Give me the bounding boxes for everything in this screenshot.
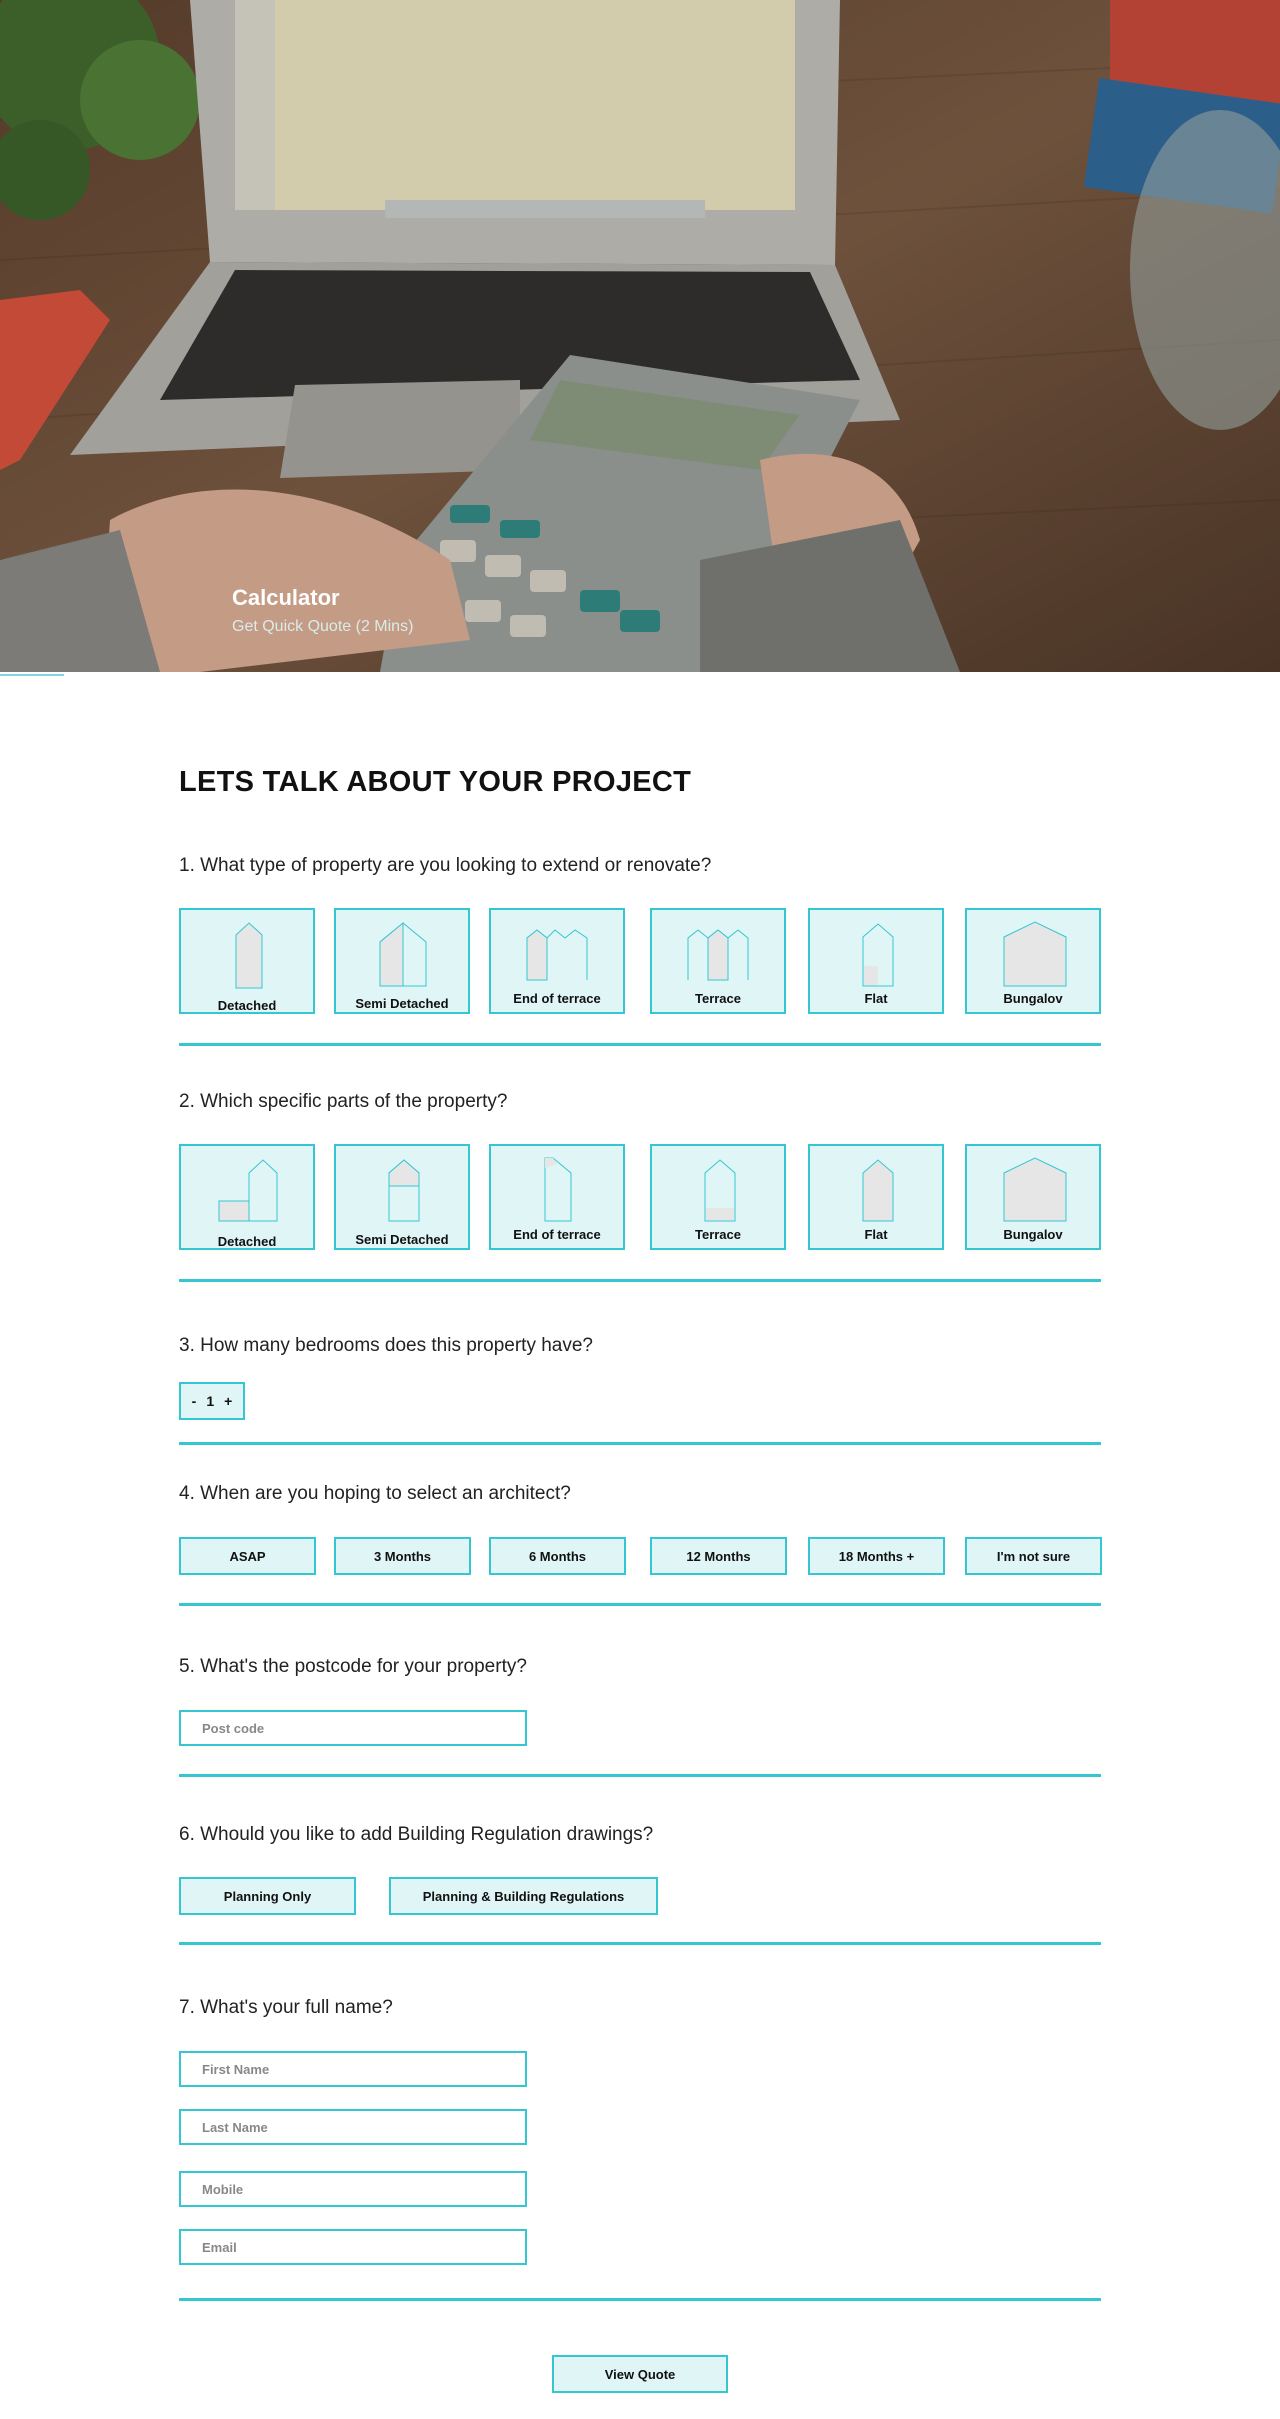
option-q2-end-of-terrace[interactable]: End of terrace xyxy=(489,1144,625,1250)
postcode-input[interactable] xyxy=(179,1710,527,1746)
option-12-months[interactable]: 12 Months xyxy=(650,1537,787,1575)
view-quote-button[interactable]: View Quote xyxy=(552,2355,728,2393)
option-3-months[interactable]: 3 Months xyxy=(334,1537,471,1575)
option-18-months[interactable]: 18 Months + xyxy=(808,1537,945,1575)
question-7: 7. What's your full name? xyxy=(179,1997,393,2018)
increment-button[interactable]: + xyxy=(224,1393,232,1409)
hero-subtitle: Get Quick Quote (2 Mins) xyxy=(232,618,414,635)
option-q2-semi-detached[interactable]: Semi Detached xyxy=(334,1144,470,1250)
option-label: Flat xyxy=(864,991,888,1006)
question-2: 2. Which specific parts of the property? xyxy=(179,1091,508,1112)
option-6-months[interactable]: 6 Months xyxy=(489,1537,626,1575)
question-5: 5. What's the postcode for your property… xyxy=(179,1656,527,1677)
last-name-input[interactable] xyxy=(179,2109,527,2145)
option-label: End of terrace xyxy=(513,991,601,1006)
decrement-button[interactable]: - xyxy=(192,1393,197,1409)
hero-banner: Calculator Get Quick Quote (2 Mins) xyxy=(0,0,1280,672)
first-name-input[interactable] xyxy=(179,2051,527,2087)
option-planning-and-building-regs[interactable]: Planning & Building Regulations xyxy=(389,1877,658,1915)
divider xyxy=(179,1942,1101,1945)
option-q2-flat[interactable]: Flat xyxy=(808,1144,944,1250)
option-label: Semi Detached xyxy=(355,996,449,1011)
divider xyxy=(179,1774,1101,1777)
option-label: Terrace xyxy=(694,991,741,1006)
option-label: End of terrace xyxy=(513,1227,601,1242)
hero-accent-line xyxy=(0,674,64,676)
divider xyxy=(179,1603,1101,1606)
option-asap[interactable]: ASAP xyxy=(179,1537,316,1575)
option-q1-flat[interactable]: Flat xyxy=(808,908,944,1014)
option-label: Bungalov xyxy=(1003,991,1063,1006)
option-q2-terrace[interactable]: Terrace xyxy=(650,1144,786,1250)
question-3: 3. How many bedrooms does this property … xyxy=(179,1335,593,1356)
option-not-sure[interactable]: I'm not sure xyxy=(965,1537,1102,1575)
divider xyxy=(179,1043,1101,1046)
option-q1-bungalow[interactable]: Bungalov xyxy=(965,908,1101,1014)
option-q1-detached[interactable]: Detached xyxy=(179,908,315,1014)
question-4: 4. When are you hoping to select an arch… xyxy=(179,1483,571,1504)
email-input[interactable] xyxy=(179,2229,527,2265)
page-title: LETS TALK ABOUT YOUR PROJECT xyxy=(179,766,692,798)
hero-photo xyxy=(0,0,1280,672)
divider xyxy=(179,2298,1101,2301)
option-q1-terrace[interactable]: Terrace xyxy=(650,908,786,1014)
hero-title: Calculator xyxy=(232,585,340,610)
question-1: 1. What type of property are you looking… xyxy=(179,855,712,876)
option-label: Detached xyxy=(217,1234,277,1249)
bedrooms-value: 1 xyxy=(206,1393,215,1409)
option-label: Bungalov xyxy=(1003,1227,1063,1242)
option-q1-end-of-terrace[interactable]: End of terrace xyxy=(489,908,625,1014)
option-planning-only[interactable]: Planning Only xyxy=(179,1877,356,1915)
option-q2-bungalow[interactable]: Bungalov xyxy=(965,1144,1101,1250)
option-label: Semi Detached xyxy=(355,1232,449,1247)
mobile-input[interactable] xyxy=(179,2171,527,2207)
divider xyxy=(179,1442,1101,1445)
bedrooms-stepper[interactable]: - 1 + xyxy=(179,1382,245,1420)
option-q2-detached[interactable]: Detached xyxy=(179,1144,315,1250)
option-label: Detached xyxy=(217,998,277,1013)
option-label: Flat xyxy=(864,1227,888,1242)
option-label: Terrace xyxy=(694,1227,741,1242)
option-q1-semi-detached[interactable]: Semi Detached xyxy=(334,908,470,1014)
question-6: 6. Whould you like to add Building Regul… xyxy=(179,1824,654,1845)
divider xyxy=(179,1279,1101,1282)
